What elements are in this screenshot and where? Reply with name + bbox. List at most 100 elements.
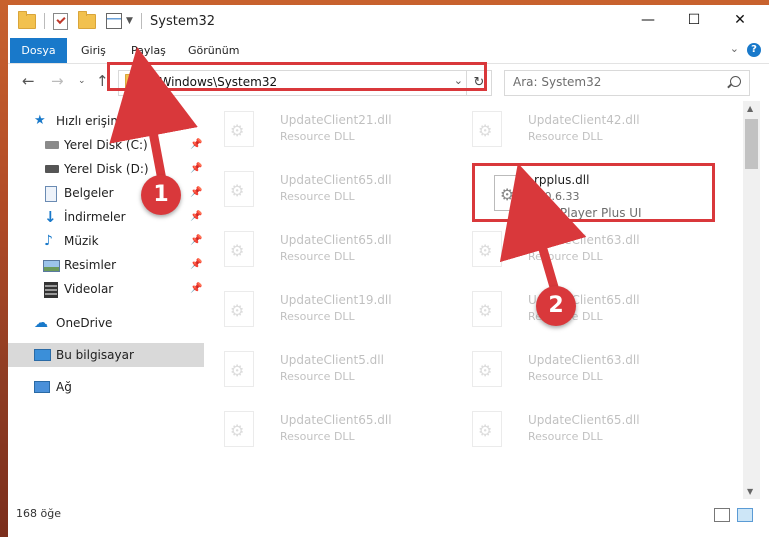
dll-file-icon	[472, 231, 502, 267]
view-toggle-icon[interactable]	[106, 13, 122, 29]
dll-file-icon	[472, 291, 502, 327]
tab-home[interactable]: Giriş	[81, 38, 106, 63]
sidebar-item-label: İndirmeler	[64, 210, 126, 224]
minimize-button[interactable]: —	[625, 5, 671, 35]
recent-locations-icon[interactable]: ⌄	[78, 76, 86, 86]
drive-icon	[45, 141, 59, 149]
status-bar: 168 öğe	[8, 499, 769, 529]
large-icons-view-icon[interactable]	[737, 508, 753, 522]
file-description: Resource DLL	[528, 250, 603, 263]
file-list: UpdateClient21.dll Resource DLL UpdateCl…	[214, 101, 742, 499]
file-item[interactable]: UpdateClient65.dll Resource DLL	[462, 405, 702, 453]
sidebar-item-label: Yerel Disk (D:)	[64, 162, 149, 176]
maximize-button[interactable]: ☐	[671, 5, 717, 35]
sidebar-item-music[interactable]: ♪ Müzik 📌	[8, 229, 204, 253]
search-icon	[730, 76, 741, 87]
search-box[interactable]: Ara: System32	[504, 70, 750, 96]
title-bar: ▼ System32 — ☐ ✕	[8, 5, 769, 38]
file-item[interactable]: UpdateClient65.dll Resource DLL	[214, 405, 454, 453]
sidebar-item-quick-access[interactable]: ★ Hızlı erişim	[8, 109, 204, 133]
file-item[interactable]: UpdateClient65.dll Resource DLL	[214, 165, 454, 213]
tab-share[interactable]: Paylaş	[131, 38, 166, 63]
file-name: UpdateClient65.dll	[280, 413, 392, 427]
address-bar-highlight	[107, 62, 487, 91]
scroll-down-icon[interactable]: ▼	[747, 487, 753, 496]
sidebar-item-label: Belgeler	[64, 186, 114, 200]
file-name: UpdateClient65.dll	[528, 413, 640, 427]
pin-icon[interactable]: 📌	[190, 253, 202, 277]
file-name: UpdateClient42.dll	[528, 113, 640, 127]
file-item[interactable]: UpdateClient65.dll Resource DLL	[462, 285, 702, 333]
sidebar-item-label: Yerel Disk (C:)	[64, 138, 148, 152]
help-icon[interactable]: ?	[747, 43, 761, 57]
forward-arrow-icon[interactable]: →	[51, 72, 64, 90]
file-name: UpdateClient5.dll	[280, 353, 384, 367]
file-item[interactable]: UpdateClient21.dll Resource DLL	[214, 105, 454, 153]
file-item[interactable]: UpdateClient63.dll Resource DLL	[462, 345, 702, 393]
tab-file[interactable]: Dosya	[10, 38, 67, 63]
file-description: Resource DLL	[280, 130, 355, 143]
separator	[140, 13, 142, 29]
dll-file-icon	[224, 411, 254, 447]
sidebar-item-videos[interactable]: Videolar 📌	[8, 277, 204, 301]
file-name: UpdateClient63.dll	[528, 353, 640, 367]
new-folder-icon[interactable]	[78, 10, 96, 29]
download-icon: ↓	[44, 208, 57, 226]
file-name: UpdateClient65.dll	[280, 173, 392, 187]
videos-icon	[44, 282, 58, 298]
sidebar-item-label: OneDrive	[56, 316, 113, 330]
pin-icon[interactable]: 📌	[190, 133, 202, 157]
pin-icon[interactable]: 📌	[190, 157, 202, 181]
file-description: Resource DLL	[280, 370, 355, 383]
file-name: UpdateClient19.dll	[280, 293, 392, 307]
item-count: 168 öğe	[16, 507, 61, 520]
dll-file-icon	[224, 291, 254, 327]
file-item[interactable]: UpdateClient19.dll Resource DLL	[214, 285, 454, 333]
navigation-pane: ★ Hızlı erişim Yerel Disk (C:) 📌 Yerel D…	[8, 101, 206, 499]
close-button[interactable]: ✕	[717, 5, 763, 35]
qa-dropdown-icon[interactable]: ▼	[126, 16, 133, 26]
search-input[interactable]: Ara: System32	[513, 75, 601, 89]
sidebar-item-network[interactable]: Ağ	[8, 375, 204, 399]
dll-file-icon	[472, 351, 502, 387]
callout-badge-2: 2	[536, 286, 576, 326]
scroll-thumb[interactable]	[745, 119, 758, 169]
sidebar-item-label: Resimler	[64, 258, 117, 272]
network-icon	[34, 381, 50, 393]
pin-icon[interactable]: 📌	[190, 229, 202, 253]
sidebar-item-label: Müzik	[64, 234, 99, 248]
file-item[interactable]: UpdateClient42.dll Resource DLL	[462, 105, 702, 153]
sidebar-item-onedrive[interactable]: ☁ OneDrive	[8, 311, 204, 335]
callout-badge-1: 1	[141, 175, 181, 215]
quick-access-toolbar: ▼	[18, 10, 142, 30]
sidebar-item-local-disk-c[interactable]: Yerel Disk (C:) 📌	[8, 133, 204, 157]
file-item[interactable]: UpdateClient5.dll Resource DLL	[214, 345, 454, 393]
sidebar-item-pictures[interactable]: Resimler 📌	[8, 253, 204, 277]
file-description: Resource DLL	[280, 310, 355, 323]
properties-check-icon[interactable]	[53, 12, 68, 30]
pin-icon[interactable]: 📌	[190, 205, 202, 229]
file-item[interactable]: UpdateClient63.dll Resource DLL	[462, 225, 702, 273]
dll-file-icon	[472, 411, 502, 447]
file-item[interactable]: UpdateClient65.dll Resource DLL	[214, 225, 454, 273]
back-arrow-icon[interactable]: ←	[22, 72, 35, 90]
pin-icon[interactable]: 📌	[190, 181, 202, 205]
pin-icon[interactable]: 📌	[190, 277, 202, 301]
file-description: Resource DLL	[528, 130, 603, 143]
sidebar-item-local-disk-d[interactable]: Yerel Disk (D:) 📌	[8, 157, 204, 181]
details-view-icon[interactable]	[714, 508, 730, 522]
scroll-up-icon[interactable]: ▲	[747, 104, 753, 113]
file-name: UpdateClient65.dll	[280, 233, 392, 247]
vertical-scrollbar[interactable]: ▲ ▼	[743, 101, 760, 499]
sidebar-item-this-pc[interactable]: Bu bilgisayar	[8, 343, 204, 367]
cloud-icon: ☁	[34, 315, 48, 331]
tab-view[interactable]: Görünüm	[188, 38, 239, 63]
dll-file-icon	[224, 171, 254, 207]
window-title: System32	[150, 14, 216, 29]
sidebar-item-label: Videolar	[64, 282, 114, 296]
expand-ribbon-icon[interactable]: ⌄	[730, 42, 739, 55]
dll-file-icon	[224, 351, 254, 387]
file-description: Resource DLL	[280, 250, 355, 263]
dll-file-icon	[224, 231, 254, 267]
sidebar-item-label: Hızlı erişim	[56, 114, 123, 128]
